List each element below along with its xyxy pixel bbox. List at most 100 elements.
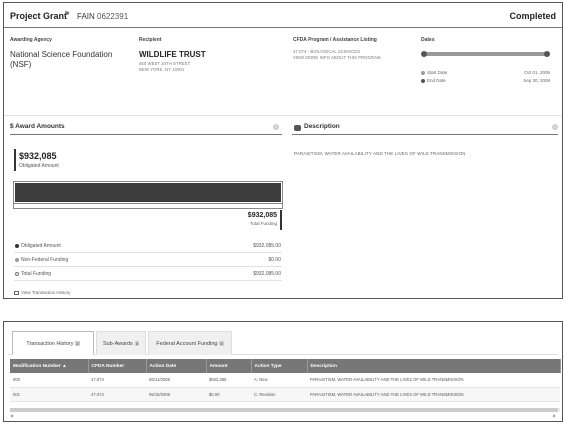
table-header-row: Modification Number ▲ CFDA Number Action… — [10, 359, 561, 373]
awarding-agency-name[interactable]: National Science Foundation (NSF) — [10, 50, 130, 70]
funding-bar[interactable] — [13, 181, 283, 204]
total-funding-value: $932,085 — [247, 212, 277, 219]
start-date-dot — [421, 70, 425, 75]
table-cell: PARASITISM, WATER AVAILABILITY AND THE L… — [307, 373, 560, 388]
legend-dot — [15, 272, 19, 276]
sort-arrow-icon[interactable]: ▲ — [62, 364, 67, 369]
end-date-row: End Date Sep 30, 2008 — [421, 78, 550, 83]
legend-value: $0.00 — [268, 257, 281, 263]
obligated-amount-callout: $932,085 Obligated Amount — [14, 149, 74, 171]
view-transaction-history-link[interactable]: View Transaction History — [14, 290, 70, 295]
description-rule — [292, 134, 558, 135]
awarding-agency-label: Awarding Agency — [10, 37, 52, 43]
legend-label: Total Funding — [21, 271, 52, 277]
table-icon — [14, 290, 19, 295]
scrollbar-thumb[interactable] — [10, 408, 558, 412]
legend-label: Non-Federal Funding — [21, 257, 69, 263]
awarding-agency-section: Awarding Agency National Science Foundat… — [10, 37, 130, 70]
start-date-value: Oct 01, 2006 — [524, 70, 550, 75]
award-type: Project Grant — [10, 11, 68, 21]
legend-value: $932,085.00 — [253, 243, 281, 249]
funding-bar-bracket — [13, 204, 283, 209]
table-cell: 000 — [10, 373, 88, 388]
start-date-label: Start Date — [427, 70, 448, 75]
legend-row-total: Total Funding $932,085.00 — [14, 269, 282, 281]
legend-dot — [15, 258, 19, 262]
legend-row-non-federal: Non-Federal Funding $0.00 — [14, 255, 282, 267]
tab-bar: Transaction History 2 Sub-Awards 0 Federal… — [8, 331, 558, 355]
tab-label: Transaction History — [26, 341, 74, 347]
column-header[interactable]: Modification Number ▲ — [10, 359, 89, 373]
tab-federal-account-funding[interactable]: Federal Account Funding 0 — [148, 331, 232, 355]
horizontal-scrollbar[interactable] — [10, 408, 560, 412]
tab-sub-awards[interactable]: Sub-Awards 0 — [96, 331, 146, 355]
fain-value: 0622391 — [97, 12, 129, 21]
cfda-section: CFDA Program / Assistance Listing 47.074… — [293, 37, 413, 60]
obligated-amount-value: $932,085 — [19, 151, 57, 161]
transaction-history-card: Transaction History 2 Sub-Awards 0 Federal… — [3, 321, 563, 422]
table-row[interactable]: 001 47.074 05/15/2008 $0.00 C: Revision … — [10, 387, 560, 402]
column-header[interactable]: Action Type — [251, 359, 308, 373]
dates-section: Dates Start Date Oct 01, 2006 End Date S… — [421, 37, 556, 83]
legend-value: $932,085.00 — [253, 271, 281, 277]
table-cell: 06/14/2006 — [146, 373, 206, 388]
description-text: PARASITISM, WATER AVAILABILITY AND THE L… — [294, 151, 466, 156]
table-cell: C: Revision — [251, 387, 307, 402]
section-divider — [4, 115, 562, 116]
tab-count: 2 — [75, 341, 80, 346]
table-cell: 47.074 — [88, 373, 146, 388]
start-date-row: Start Date Oct 01, 2006 — [421, 70, 550, 75]
status-badge: Completed — [509, 11, 556, 21]
end-date-value: Sep 30, 2008 — [523, 78, 550, 83]
recipient-label: Recipient — [139, 37, 162, 43]
table-cell: $932,085 — [206, 373, 251, 388]
award-amounts-title: $ Award Amounts — [10, 123, 65, 130]
tab-count: 0 — [134, 341, 140, 346]
table-cell: PARASITISM, WATER AVAILABILITY AND THE L… — [307, 387, 560, 402]
flag-icon: ⚑ — [64, 11, 71, 18]
recipient-name[interactable]: WILDLIFE TRUST — [139, 50, 279, 59]
end-date-dot — [421, 78, 425, 83]
award-summary-card: Project Grant ⚑ FAIN 0622391 Completed A… — [3, 2, 563, 299]
transaction-table: Modification Number ▲ CFDA Number Action… — [10, 359, 561, 402]
end-date-label: End Date — [427, 78, 446, 83]
recipient-address-line2: NEW YORK, NY 10001 — [139, 66, 185, 72]
award-amounts-info-icon[interactable]: i — [273, 124, 279, 130]
dates-label: Dates — [421, 37, 435, 43]
table-cell: 05/15/2008 — [146, 387, 206, 402]
legend-dot — [15, 244, 19, 248]
total-funding-callout: $932,085 Total Funding — [204, 210, 282, 230]
tab-label: Sub-Awards — [102, 341, 133, 347]
award-amounts-rule — [10, 134, 282, 135]
legend-row-obligated: Obligated Amount $932,085.00 — [14, 241, 282, 253]
table-cell: 001 — [10, 387, 88, 402]
tab-count: 0 — [219, 341, 224, 346]
total-funding-label: Total Funding — [249, 221, 277, 226]
timeline-start-dot — [421, 51, 427, 57]
recipient-section: Recipient WILDLIFE TRUST 460 WEST 34TH S… — [139, 37, 279, 72]
obligated-amount-label: Obligated Amount — [19, 163, 59, 169]
scroll-left-icon[interactable]: ◀ — [10, 413, 13, 418]
tab-transaction-history[interactable]: Transaction History 2 — [12, 331, 94, 355]
comment-icon — [294, 125, 301, 131]
award-header: Project Grant ⚑ FAIN 0622391 Completed — [4, 3, 562, 28]
cfda-more-info-link[interactable]: VIEW MORE INFO ABOUT THIS PROGRAM — [293, 55, 413, 61]
table-cell: $0.00 — [206, 387, 251, 402]
table-cell: 47.074 — [88, 387, 146, 402]
column-header[interactable]: CFDA Number — [88, 359, 147, 373]
scroll-right-icon[interactable]: ▶ — [553, 413, 556, 418]
table-row[interactable]: 000 47.074 06/14/2006 $932,085 A: New PA… — [10, 373, 560, 388]
timeline-end-dot — [544, 51, 550, 57]
cfda-label: CFDA Program / Assistance Listing — [293, 37, 377, 43]
view-transaction-history-label: View Transaction History — [21, 290, 71, 295]
obligated-bar-fill — [15, 183, 281, 202]
table-cell: A: New — [251, 373, 307, 388]
column-header[interactable]: Description — [307, 359, 561, 373]
description-info-icon[interactable]: i — [552, 124, 558, 130]
column-header[interactable]: Action Date — [146, 359, 207, 373]
fain-label: FAIN — [77, 12, 95, 21]
legend-label: Obligated Amount — [21, 243, 61, 249]
column-header[interactable]: Amount — [206, 359, 252, 373]
description-title: Description — [304, 123, 340, 130]
dates-timeline — [421, 51, 550, 57]
